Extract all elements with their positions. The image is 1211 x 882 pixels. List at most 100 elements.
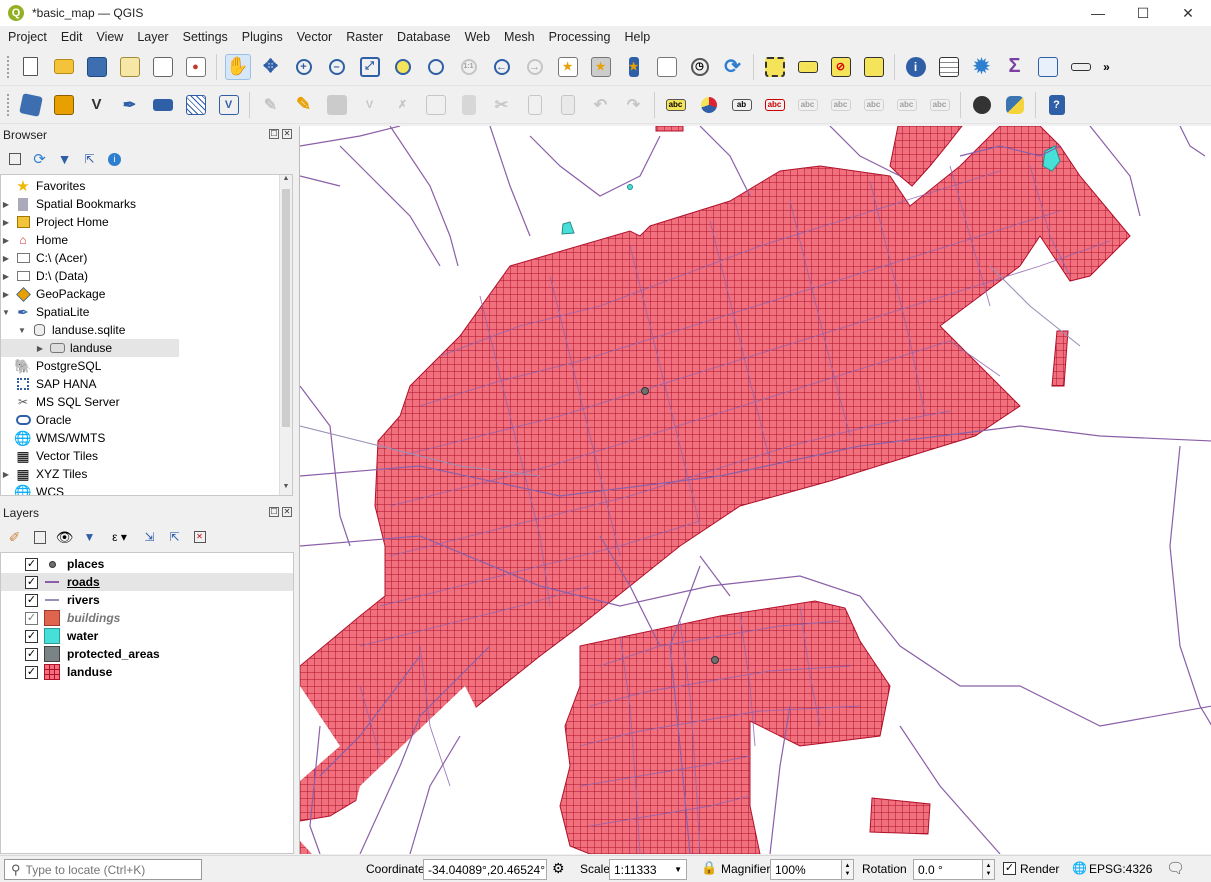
select-by-value-button[interactable] xyxy=(795,54,821,80)
scrollbar-thumb[interactable] xyxy=(282,189,290,427)
menu-settings[interactable]: Settings xyxy=(175,30,234,44)
layer-visibility-checkbox[interactable]: ✓ xyxy=(25,647,38,661)
menu-edit[interactable]: Edit xyxy=(53,30,89,44)
new-gps-layer-button[interactable]: V xyxy=(216,92,242,118)
browser-item-project-home[interactable]: ▶ Project Home xyxy=(1,213,109,231)
browser-item-geopackage[interactable]: ▶ GeoPackage xyxy=(1,285,105,303)
quickmapservices-button[interactable] xyxy=(969,92,995,118)
layer-protected-areas[interactable]: ✓ protected_areas xyxy=(1,645,293,663)
browser-item-home[interactable]: ▶ ⌂ Home xyxy=(1,231,68,249)
layer-places[interactable]: ✓ places xyxy=(1,555,293,573)
layer-visibility-checkbox[interactable]: ✓ xyxy=(25,557,38,571)
new-spatialite-layer-button[interactable]: V xyxy=(84,92,110,118)
browser-item-favorites[interactable]: ★ Favorites xyxy=(1,177,85,195)
lock-icon[interactable]: 🔒 xyxy=(701,860,717,876)
zoom-in-button[interactable]: + xyxy=(291,54,317,80)
manage-map-themes-button[interactable]: 👁 xyxy=(55,527,75,547)
magnifier-spinbox[interactable]: 100% ▲ ▼ xyxy=(770,859,854,880)
layer-labeling-options-button[interactable]: abc xyxy=(663,92,689,118)
style-manager-button[interactable]: ● xyxy=(183,54,209,80)
close-panel-button[interactable]: ✕ xyxy=(282,129,292,139)
processing-toolbox-button[interactable]: ✹ xyxy=(969,54,995,80)
refresh-button[interactable]: ⟳ xyxy=(720,54,746,80)
map-svg[interactable] xyxy=(300,126,1211,854)
browser-item-mssql[interactable]: ✂ MS SQL Server xyxy=(1,393,120,411)
show-hide-labels-button[interactable]: abc xyxy=(828,92,854,118)
layer-visibility-checkbox[interactable]: ✓ xyxy=(25,629,38,643)
zoom-next-button[interactable]: → xyxy=(522,54,548,80)
show-unplaced-labels-button[interactable]: abc xyxy=(762,92,788,118)
cut-features-button[interactable]: ✂ xyxy=(489,92,515,118)
open-field-calculator-button[interactable] xyxy=(1035,54,1061,80)
layer-rivers[interactable]: ✓ rivers xyxy=(1,591,293,609)
new-3d-map-view-button[interactable]: ★ xyxy=(588,54,614,80)
browser-item-wms[interactable]: 🌐 WMS/WMTS xyxy=(1,429,105,447)
layer-visibility-checkbox[interactable]: ✓ xyxy=(25,593,38,607)
current-edits-button[interactable]: ✎ xyxy=(258,92,284,118)
collapse-all-button[interactable]: ⇱ xyxy=(80,149,100,169)
add-selected-layers-button[interactable] xyxy=(5,149,25,169)
menu-mesh[interactable]: Mesh xyxy=(496,30,541,44)
menu-database[interactable]: Database xyxy=(389,30,457,44)
maximize-button[interactable]: ☐ xyxy=(1120,0,1166,26)
show-layout-manager-button[interactable] xyxy=(150,54,176,80)
undo-button[interactable]: ↶ xyxy=(588,92,614,118)
browser-item-spatialite[interactable]: ▼ ✒ SpatiaLite xyxy=(1,303,89,321)
measure-line-button[interactable] xyxy=(1068,54,1094,80)
move-label-button[interactable]: abc xyxy=(861,92,887,118)
statistical-summary-button[interactable]: Σ xyxy=(1002,54,1028,80)
menu-view[interactable]: View xyxy=(88,30,129,44)
vertex-tool-button[interactable]: ✗ xyxy=(390,92,416,118)
help-button[interactable]: ? xyxy=(1044,92,1070,118)
render-checkbox[interactable]: ✓ xyxy=(1003,862,1016,875)
browser-item-sap-hana[interactable]: SAP HANA xyxy=(1,375,96,393)
browser-item-wcs[interactable]: 🌐 WCS xyxy=(1,483,64,496)
temporal-controller-button[interactable]: ◷ xyxy=(687,54,713,80)
spin-arrows-icon[interactable]: ▲ ▼ xyxy=(983,859,995,880)
expand-all-button[interactable]: ⇲ xyxy=(140,527,160,547)
menu-raster[interactable]: Raster xyxy=(338,30,389,44)
spin-arrows-icon[interactable]: ▲ ▼ xyxy=(842,859,854,880)
modify-attributes-button[interactable] xyxy=(423,92,449,118)
new-mesh-layer-button[interactable] xyxy=(183,92,209,118)
style-panel-button[interactable]: ✐ xyxy=(5,527,25,547)
browser-item-landuse-sqlite[interactable]: ▼ landuse.sqlite xyxy=(17,321,125,339)
copy-features-button[interactable] xyxy=(522,92,548,118)
python-console-button[interactable] xyxy=(1002,92,1028,118)
select-features-button[interactable] xyxy=(762,54,788,80)
menu-vector[interactable]: Vector xyxy=(289,30,338,44)
new-virtual-layer-button[interactable] xyxy=(150,92,176,118)
browser-scrollbar[interactable]: ▲ ▼ xyxy=(279,175,292,495)
add-feature-button[interactable]: V xyxy=(357,92,383,118)
coordinate-field[interactable]: -34.04089°,20.46524° xyxy=(423,859,547,880)
refresh-browser-button[interactable]: ⟳ xyxy=(30,149,50,169)
zoom-full-button[interactable]: ⤢ xyxy=(357,54,383,80)
layer-landuse[interactable]: ✓ landuse xyxy=(1,663,293,681)
close-button[interactable]: ✕ xyxy=(1165,0,1211,26)
show-spatial-bookmarks-button[interactable] xyxy=(654,54,680,80)
new-map-view-button[interactable]: ★ xyxy=(555,54,581,80)
layer-buildings[interactable]: ✓ buildings xyxy=(1,609,293,627)
messages-icon[interactable]: 🗨 xyxy=(1166,859,1185,877)
scroll-up-icon[interactable]: ▲ xyxy=(280,175,292,187)
layer-diagram-options-button[interactable] xyxy=(696,92,722,118)
menu-plugins[interactable]: Plugins xyxy=(234,30,289,44)
save-project-button[interactable] xyxy=(84,54,110,80)
open-attribute-table-button[interactable] xyxy=(936,54,962,80)
float-panel-button[interactable]: ☐ xyxy=(269,129,279,139)
minimize-button[interactable]: — xyxy=(1075,0,1121,26)
menu-layer[interactable]: Layer xyxy=(129,30,174,44)
filter-browser-button[interactable]: ▼ xyxy=(55,149,75,169)
pin-labels-button[interactable]: abc xyxy=(795,92,821,118)
layer-visibility-checkbox[interactable]: ✓ xyxy=(25,611,38,625)
new-spatial-bookmark-button[interactable]: ★ xyxy=(621,54,647,80)
enable-properties-button[interactable]: i xyxy=(105,149,125,169)
toggle-editing-button[interactable]: ✎ xyxy=(291,92,317,118)
remove-layer-button[interactable]: ✕ xyxy=(190,527,210,547)
magnifier-value[interactable]: 100% xyxy=(770,859,842,880)
identify-area-button[interactable] xyxy=(861,54,887,80)
delete-selected-button[interactable] xyxy=(456,92,482,118)
new-print-layout-button[interactable] xyxy=(117,54,143,80)
browser-item-spatial-bookmarks[interactable]: ▶ Spatial Bookmarks xyxy=(1,195,136,213)
rotation-value[interactable]: 0.0 ° xyxy=(913,859,983,880)
